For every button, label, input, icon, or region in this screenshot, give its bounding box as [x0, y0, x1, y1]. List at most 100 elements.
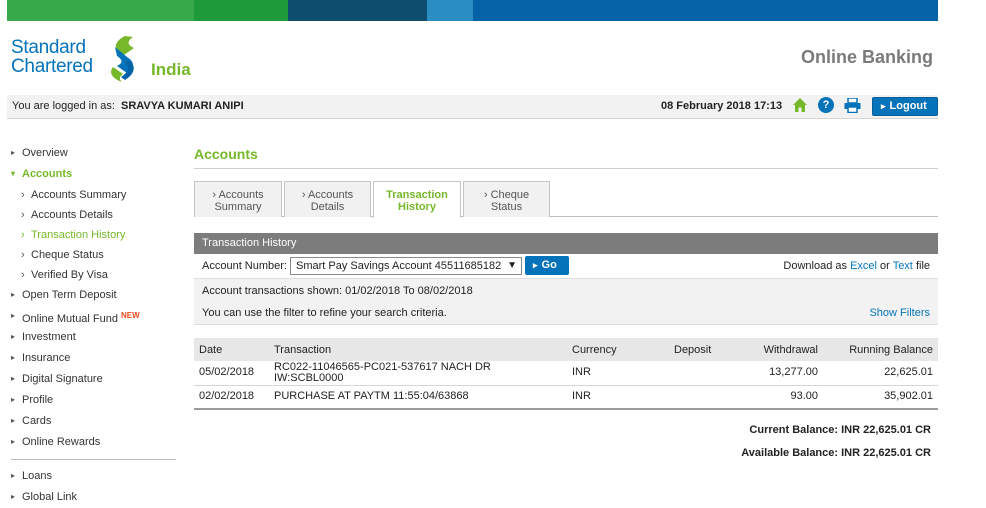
bar-segment — [194, 0, 288, 21]
bar-segment — [473, 0, 938, 21]
sidebar-item-online-rewards[interactable]: Online Rewards — [11, 433, 176, 454]
sidebar-item-insurance[interactable]: Insurance — [11, 349, 176, 370]
tab-label-line2: History — [398, 201, 436, 213]
sidebar-item-loans[interactable]: Loans — [11, 467, 176, 488]
balance-summary: Current Balance: INR 22,625.01 CR Availa… — [741, 424, 931, 470]
cell-running-balance: 35,902.01 — [823, 385, 938, 410]
tab-accounts-summary[interactable]: Accounts Summary — [194, 181, 282, 217]
show-filters-link[interactable]: Show Filters — [869, 307, 930, 319]
cell-deposit — [669, 361, 737, 386]
sidebar-item-cards[interactable]: Cards — [11, 412, 176, 433]
sidebar-item-open-term-deposit[interactable]: Open Term Deposit — [11, 286, 176, 307]
table-row: 02/02/2018 PURCHASE AT PAYTM 11:55:04/63… — [194, 385, 938, 410]
cell-date: 05/02/2018 — [194, 361, 269, 386]
download-suffix: file — [915, 260, 930, 272]
col-transaction: Transaction — [269, 338, 567, 361]
sidebar-subitem-accounts-details[interactable]: Accounts Details — [11, 206, 176, 226]
transactions-table: Date Transaction Currency Deposit Withdr… — [194, 338, 938, 410]
date-range-text: Account transactions shown: 01/02/2018 T… — [202, 285, 473, 297]
col-running-balance: Running Balance — [823, 338, 938, 361]
sidebar-item-global-link[interactable]: Global Link — [11, 488, 176, 508]
account-tabs: Accounts Summary Accounts Details Transa… — [194, 181, 938, 218]
tab-accounts-details[interactable]: Accounts Details — [284, 181, 371, 217]
logo-wordmark: Standard Chartered — [11, 38, 93, 76]
new-badge: NEW — [121, 311, 140, 320]
bar-segment — [7, 0, 194, 21]
download-options: Download as Excel or Text file — [783, 260, 930, 272]
sidebar-item-profile[interactable]: Profile — [11, 391, 176, 412]
col-date: Date — [194, 338, 269, 361]
cell-transaction: PURCHASE AT PAYTM 11:55:04/63868 — [269, 385, 567, 410]
logo-mark-icon — [111, 36, 134, 82]
section-header: Transaction History — [194, 233, 938, 254]
tab-cheque-status[interactable]: Cheque Status — [463, 181, 550, 217]
dropdown-arrow-icon: ▼ — [507, 260, 517, 271]
table-row: 05/02/2018 RC022-11046565-PC021-537617 N… — [194, 361, 938, 386]
tab-label-line2: Summary — [214, 201, 262, 213]
tab-label-line1: Accounts — [285, 189, 370, 201]
tab-label-line2: Details — [310, 201, 345, 213]
download-prefix: Download as — [783, 260, 848, 272]
account-selector-row: Account Number: Smart Pay Savings Accoun… — [194, 254, 938, 278]
user-name: SRAVYA KUMARI ANIPI — [121, 100, 244, 112]
col-currency: Currency — [567, 338, 669, 361]
tab-label-line1: Accounts — [195, 189, 281, 201]
tab-transaction-history[interactable]: Transaction History — [373, 181, 461, 218]
sidebar-subitem-accounts-summary[interactable]: Accounts Summary — [11, 186, 176, 206]
account-select[interactable]: Smart Pay Savings Account 45511685182 ▼ — [290, 257, 522, 275]
cell-date: 02/02/2018 — [194, 385, 269, 410]
logout-button[interactable]: Logout — [872, 97, 938, 116]
table-header-row: Date Transaction Currency Deposit Withdr… — [194, 338, 938, 361]
col-withdrawal: Withdrawal — [737, 338, 823, 361]
bar-segment — [288, 0, 427, 21]
go-button[interactable]: Go — [525, 256, 569, 275]
help-icon[interactable]: ? — [818, 97, 834, 113]
home-icon[interactable] — [792, 97, 808, 113]
sidebar-item-digital-signature[interactable]: Digital Signature — [11, 370, 176, 391]
cell-currency: INR — [567, 385, 669, 410]
sidebar-subitem-verified-by-visa[interactable]: Verified By Visa — [11, 266, 176, 286]
cell-transaction: RC022-11046565-PC021-537617 NACH DR IW:S… — [269, 361, 567, 386]
session-datetime: 08 February 2018 17:13 — [661, 100, 783, 112]
logged-in-label: You are logged in as: — [12, 100, 115, 112]
available-balance: Available Balance: INR 22,625.01 CR — [741, 447, 931, 459]
sidebar-divider — [11, 459, 176, 460]
sidebar-item-investment[interactable]: Investment — [11, 328, 176, 349]
bar-segment — [427, 0, 473, 21]
title-divider — [194, 168, 938, 169]
logged-in-text: You are logged in as: SRAVYA KUMARI ANIP… — [12, 100, 244, 112]
sidebar-subitem-transaction-history[interactable]: Transaction History — [11, 226, 176, 246]
cell-running-balance: 22,625.01 — [823, 361, 938, 386]
transaction-line2: IW:SCBL0000 — [274, 371, 344, 384]
app-title: Online Banking — [800, 47, 933, 67]
tab-label-line1: Transaction — [386, 189, 448, 201]
brand-color-bar — [7, 0, 938, 21]
logo-country: India — [151, 60, 191, 79]
cell-withdrawal: 13,277.00 — [737, 361, 823, 386]
sidebar-item-accounts[interactable]: Accounts — [11, 165, 176, 186]
col-deposit: Deposit — [669, 338, 737, 361]
cell-currency: INR — [567, 361, 669, 386]
sidebar-subitem-cheque-status[interactable]: Cheque Status — [11, 246, 176, 266]
brand-logo[interactable]: Standard Chartered India — [11, 36, 211, 88]
logo-line1: Standard — [11, 37, 86, 58]
logo-line2: Chartered — [11, 56, 93, 77]
page-title: Accounts — [194, 146, 258, 162]
sidebar-item-label: Online Mutual Fund — [22, 313, 118, 325]
print-icon[interactable] — [844, 98, 861, 113]
sidebar-item-online-mutual-fund[interactable]: Online Mutual FundNEW — [11, 307, 176, 328]
sidebar-item-overview[interactable]: Overview — [11, 144, 176, 165]
tab-label-line2: Status — [490, 201, 523, 213]
account-select-value: Smart Pay Savings Account 45511685182 — [296, 260, 502, 272]
filter-info-box: Account transactions shown: 01/02/2018 T… — [194, 278, 938, 325]
current-balance: Current Balance: INR 22,625.01 CR — [749, 424, 931, 436]
cell-deposit — [669, 385, 737, 410]
download-excel-link[interactable]: Excel — [850, 260, 877, 272]
download-or: or — [880, 260, 890, 272]
download-text-link[interactable]: Text — [893, 260, 913, 272]
cell-withdrawal: 93.00 — [737, 385, 823, 410]
tab-label-line1: Cheque — [464, 189, 549, 201]
session-bar: You are logged in as: SRAVYA KUMARI ANIP… — [7, 95, 938, 119]
account-number-label: Account Number: — [202, 260, 287, 272]
sidebar-nav: Overview Accounts Accounts Summary Accou… — [11, 144, 176, 508]
